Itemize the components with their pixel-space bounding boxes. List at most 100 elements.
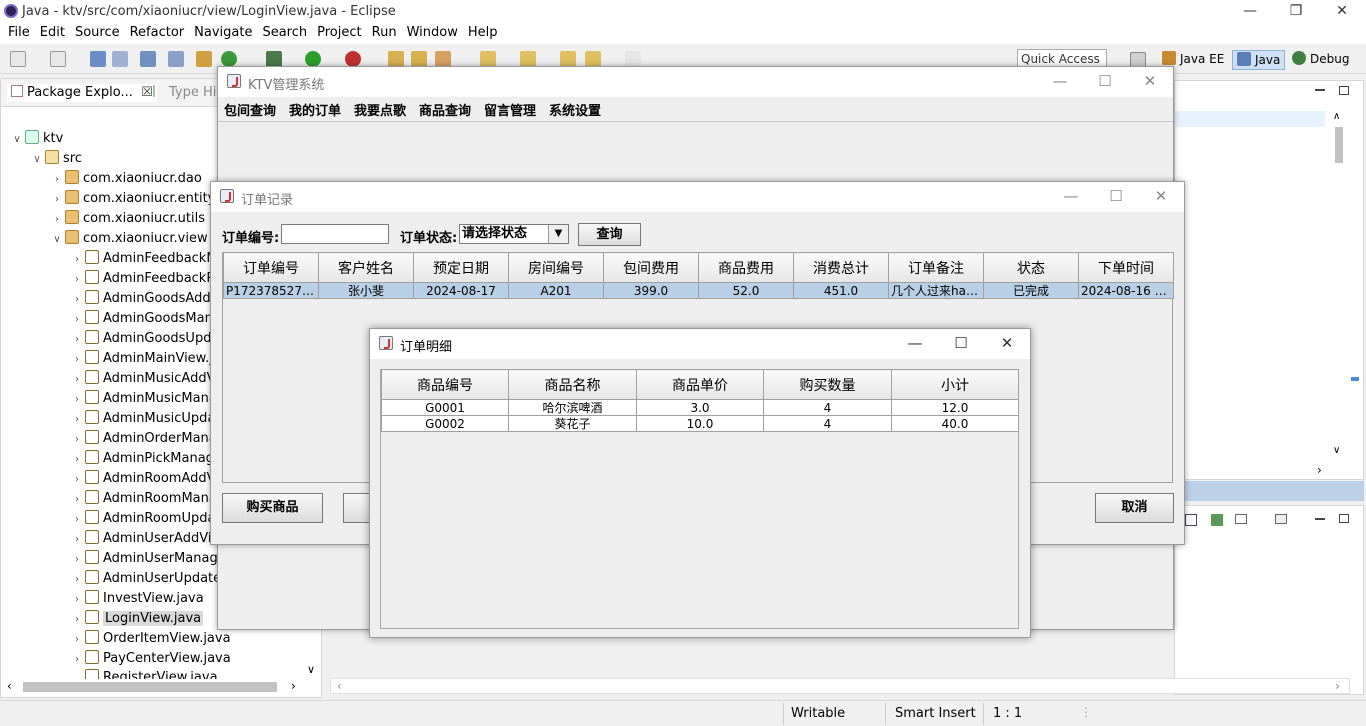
column-header[interactable]: 消费总计	[793, 252, 889, 283]
restore-button[interactable]: ❐	[1273, 0, 1319, 24]
tree-package[interactable]: › com.xiaoniucr.dao	[51, 169, 202, 189]
ktv-menu-settings[interactable]: 系统设置	[549, 100, 601, 119]
collapse-chevron-icon[interactable]: ›	[71, 350, 83, 370]
view-menu-icon[interactable]	[1185, 514, 1197, 526]
tree-file[interactable]: › AdminFeedbackRe	[71, 269, 223, 289]
collapse-chevron-icon[interactable]: ›	[71, 370, 83, 390]
package-explorer-tab[interactable]: Package Explo... ☒	[7, 84, 157, 102]
order-number-input[interactable]	[281, 224, 389, 244]
table-row[interactable]: G0002 葵花子 10.0 4 40.0	[381, 415, 1019, 432]
ktv-menu-room-query[interactable]: 包间查询	[224, 100, 276, 119]
minimize-view-icon[interactable]	[1315, 518, 1325, 520]
column-header[interactable]: 商品单价	[636, 369, 764, 400]
scroll-down-icon[interactable]: ∨	[1333, 445, 1340, 456]
menu-refactor[interactable]: Refactor	[125, 24, 190, 42]
pencil-icon[interactable]	[435, 51, 451, 67]
menu-file[interactable]: File	[3, 24, 35, 42]
tree-file[interactable]: › AdminFeedbackM	[71, 249, 218, 269]
expand-chevron-icon[interactable]: ∨	[31, 150, 43, 170]
console-icon[interactable]	[140, 51, 156, 67]
column-header[interactable]: 商品名称	[508, 369, 637, 400]
collapse-chevron-icon[interactable]: ›	[71, 490, 83, 510]
column-header[interactable]: 购买数量	[763, 369, 892, 400]
ktv-menu-song-request[interactable]: 我要点歌	[354, 100, 406, 119]
tree-package[interactable]: › com.xiaoniucr.utils	[51, 209, 205, 229]
order-minimize-button[interactable]: —	[1061, 187, 1081, 205]
pin-console-icon[interactable]	[1211, 514, 1223, 526]
tree-file[interactable]: › InvestView.java	[71, 589, 204, 609]
collapse-chevron-icon[interactable]: ›	[51, 210, 63, 230]
table-row[interactable]: G0001 哈尔滨啤酒 3.0 4 12.0	[381, 399, 1019, 416]
maximize-view-icon[interactable]	[1339, 514, 1349, 523]
tree-file[interactable]: › AdminUserManage	[71, 549, 226, 569]
collapse-chevron-icon[interactable]: ›	[71, 630, 83, 650]
column-header[interactable]: 客户姓名	[318, 252, 414, 283]
collapse-chevron-icon[interactable]: ›	[71, 390, 83, 410]
tree-src[interactable]: ∨ src	[31, 149, 82, 169]
collapse-chevron-icon[interactable]: ›	[51, 190, 63, 210]
table-row[interactable]: P1723785273... 张小斐 2024-08-17 A201 399.0…	[223, 282, 1174, 299]
column-header[interactable]: 小计	[891, 369, 1019, 400]
collapse-chevron-icon[interactable]: ›	[71, 530, 83, 550]
order-close-button[interactable]: ✕	[1151, 187, 1171, 205]
run-icon[interactable]	[305, 51, 321, 67]
tree-file[interactable]: › AdminGoodsAddV	[71, 289, 220, 309]
tree-package[interactable]: › com.xiaoniucr.entity	[51, 189, 215, 209]
tree-file[interactable]: › PayCenterView.java	[71, 649, 231, 669]
tree-project[interactable]: ∨ ktv	[11, 129, 63, 149]
cancel-button[interactable]: 取消	[1095, 493, 1174, 523]
tree-file[interactable]: › AdminRoomUpda	[71, 509, 215, 529]
column-header[interactable]: 商品费用	[698, 252, 794, 283]
collapse-chevron-icon[interactable]: ›	[71, 250, 83, 270]
new-icon[interactable]	[10, 51, 26, 67]
scroll-thumb[interactable]	[1335, 127, 1343, 163]
detail-maximize-button[interactable]: ☐	[951, 334, 971, 352]
scroll-right-icon[interactable]: ›	[291, 679, 296, 693]
ktv-menu-my-orders[interactable]: 我的订单	[289, 100, 341, 119]
tree-file-selected[interactable]: › LoginView.java	[71, 609, 204, 630]
column-header[interactable]: 订单备注	[888, 252, 984, 283]
detail-minimize-button[interactable]: —	[905, 334, 925, 352]
open-resource-icon[interactable]	[411, 51, 427, 67]
external-tools-icon[interactable]	[345, 51, 361, 67]
tree-file[interactable]: › OrderItemView.java	[71, 629, 231, 649]
column-header[interactable]: 预定日期	[413, 252, 509, 283]
tree-file[interactable]: › AdminMusicAddVi	[71, 369, 219, 389]
collapse-chevron-icon[interactable]: ›	[71, 550, 83, 570]
tree-file[interactable]: › AdminMainView.ja	[71, 349, 221, 369]
tree-file[interactable]: › AdminMusicMana	[71, 389, 217, 409]
tree-file[interactable]: › AdminRoomAddV	[71, 469, 216, 489]
collapse-chevron-icon[interactable]: ›	[71, 610, 83, 630]
maximize-view-icon[interactable]	[1339, 86, 1349, 95]
minimize-button[interactable]: —	[1227, 0, 1273, 24]
buy-goods-button[interactable]: 购买商品	[222, 493, 323, 523]
column-header[interactable]: 订单编号	[223, 252, 319, 283]
close-tab-icon[interactable]: ☒	[141, 85, 153, 100]
collapse-chevron-icon[interactable]: ›	[51, 170, 63, 190]
tree-file[interactable]: › AdminOrderMana	[71, 429, 217, 449]
prev-annotation-icon[interactable]	[520, 51, 536, 67]
ktv-maximize-button[interactable]: ☐	[1095, 72, 1115, 90]
last-edit-icon[interactable]	[560, 51, 576, 67]
column-header[interactable]: 包间费用	[603, 252, 699, 283]
scroll-right-icon[interactable]: ›	[1335, 679, 1340, 693]
tree-file[interactable]: RegisterView.java	[71, 669, 218, 679]
expand-chevron-icon[interactable]: ∨	[51, 230, 63, 250]
dropdown-arrow-icon[interactable]: ▼	[548, 225, 568, 243]
tree-file[interactable]: › AdminGoodsMana	[71, 309, 221, 329]
column-header[interactable]: 房间编号	[508, 252, 604, 283]
back-icon[interactable]	[585, 51, 601, 67]
close-button[interactable]: ✕	[1319, 0, 1365, 24]
collapse-chevron-icon[interactable]: ›	[71, 270, 83, 290]
column-header[interactable]: 下单时间	[1078, 252, 1174, 283]
order-status-select[interactable]: 请选择状态 ▼	[459, 224, 569, 244]
scroll-thumb[interactable]	[23, 682, 277, 692]
collapse-chevron-icon[interactable]: ›	[71, 470, 83, 490]
collapse-chevron-icon[interactable]: ›	[71, 410, 83, 430]
menu-source[interactable]: Source	[70, 24, 125, 42]
menu-window[interactable]: Window	[402, 24, 463, 42]
menu-help[interactable]: Help	[463, 24, 503, 42]
forward-icon[interactable]	[625, 51, 641, 67]
collapse-chevron-icon[interactable]: ›	[71, 650, 83, 670]
next-annotation-icon[interactable]	[480, 51, 496, 67]
